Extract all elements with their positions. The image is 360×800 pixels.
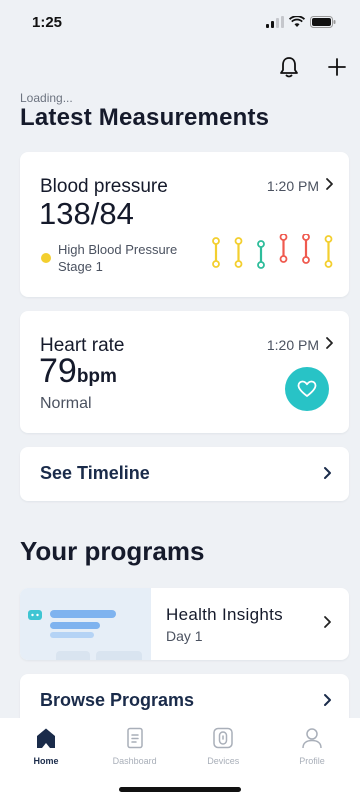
program-thumbnail <box>20 588 151 660</box>
blood-pressure-status: High Blood Pressure Stage 1 <box>58 242 178 274</box>
tab-profile-label: Profile <box>299 756 325 766</box>
tab-home-label: Home <box>33 756 59 766</box>
battery-icon <box>310 16 336 28</box>
plus-icon <box>328 58 346 76</box>
program-name: Health Insights <box>166 605 283 624</box>
bp-reading-marker <box>234 237 243 268</box>
blood-pressure-time: 1:20 PM <box>266 178 319 194</box>
add-button[interactable] <box>324 54 350 80</box>
heart-icon <box>297 380 317 397</box>
chevron-right-icon <box>326 337 333 349</box>
bp-reading-marker <box>324 235 333 268</box>
browse-programs-label: Browse Programs <box>40 690 195 710</box>
blood-pressure-value: 138/84 <box>39 196 134 231</box>
see-timeline-label: See Timeline <box>40 463 150 483</box>
heart-rate-unit: bpm <box>76 366 117 387</box>
heart-rate-card[interactable]: Heart rate 1:20 PM 79bpm Normal <box>20 311 349 433</box>
bell-icon <box>280 57 298 78</box>
heart-rate-value: 79bpm <box>39 352 117 391</box>
program-card-health-insights[interactable]: Health Insights Day 1 <box>20 588 349 660</box>
chat-illustration-icon <box>28 610 142 660</box>
blood-pressure-title: Blood pressure <box>40 176 168 197</box>
status-dot <box>41 253 51 263</box>
heart-rate-badge <box>285 367 329 411</box>
dashboard-icon <box>126 727 143 749</box>
wifi-icon <box>289 16 305 27</box>
tab-profile[interactable]: Profile <box>280 718 344 800</box>
signal-icon <box>266 16 284 28</box>
chevron-right-icon <box>324 616 331 628</box>
home-icon <box>37 728 55 748</box>
page-title: Latest Measurements <box>20 104 270 131</box>
heart-rate-time: 1:20 PM <box>266 337 319 353</box>
status-icons <box>266 16 336 28</box>
profile-icon <box>302 728 322 749</box>
program-day: Day 1 <box>166 628 203 644</box>
bp-reading-marker <box>279 234 288 263</box>
chevron-right-icon <box>324 694 331 706</box>
status-time: 1:25 <box>32 13 63 31</box>
bp-reading-marker <box>257 240 265 269</box>
heart-rate-status: Normal <box>40 395 92 412</box>
bp-reading-marker <box>212 237 220 268</box>
home-indicator[interactable] <box>119 787 241 792</box>
chevron-right-icon <box>324 467 331 479</box>
tab-dashboard-label: Dashboard <box>112 756 157 766</box>
programs-section-title: Your programs <box>20 536 205 566</box>
header-actions <box>276 54 350 80</box>
chevron-right-icon <box>326 178 333 190</box>
blood-pressure-card[interactable]: Blood pressure 1:20 PM 138/84 High Blood… <box>20 152 349 297</box>
tab-home[interactable]: Home <box>14 718 78 800</box>
bp-reading-marker <box>302 234 310 264</box>
notifications-button[interactable] <box>276 54 302 80</box>
devices-icon <box>213 727 234 749</box>
see-timeline-button[interactable]: See Timeline <box>20 447 349 501</box>
blood-pressure-mini-chart <box>212 234 333 269</box>
status-bar: 1:25 <box>0 0 360 44</box>
heart-rate-number: 79 <box>39 352 77 390</box>
loading-text: Loading... <box>20 91 73 105</box>
tab-devices-label: Devices <box>207 756 240 766</box>
